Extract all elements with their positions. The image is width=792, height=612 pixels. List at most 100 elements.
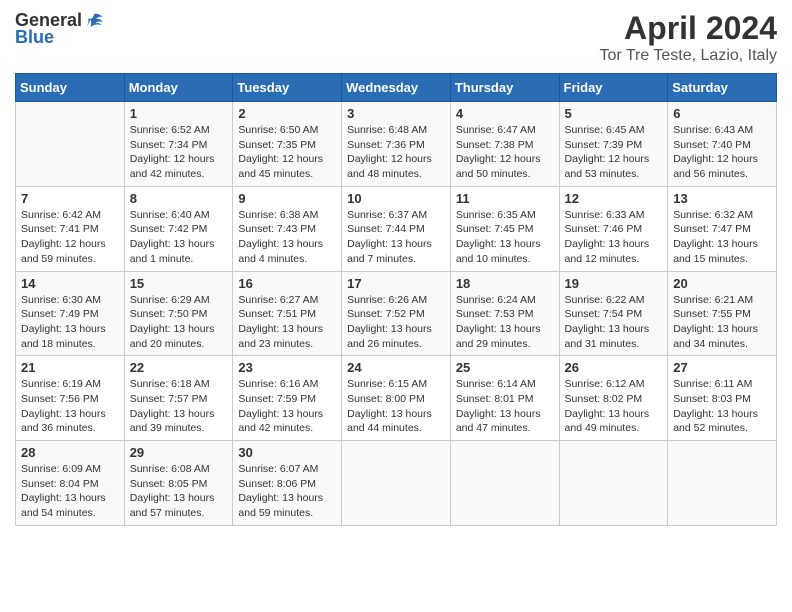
day-number: 27 xyxy=(673,360,771,375)
calendar-cell: 17 Sunrise: 6:26 AMSunset: 7:52 PMDayligh… xyxy=(342,271,451,356)
calendar-cell: 5 Sunrise: 6:45 AMSunset: 7:39 PMDaylight… xyxy=(559,102,668,187)
calendar-cell: 23Sunrise: 6:16 AMSunset: 7:59 PMDayligh… xyxy=(233,356,342,441)
calendar-cell: 28Sunrise: 6:09 AMSunset: 8:04 PMDayligh… xyxy=(16,441,125,526)
header-thursday: Thursday xyxy=(450,74,559,102)
calendar-cell: 27 Sunrise: 6:11 AMSunset: 8:03 PMDayligh… xyxy=(668,356,777,441)
header-monday: Monday xyxy=(124,74,233,102)
day-number: 14 xyxy=(21,276,119,291)
day-number: 3 xyxy=(347,106,445,121)
day-number: 26 xyxy=(565,360,663,375)
day-info: Sunrise: 6:22 AMSunset: 7:54 PMDaylight:… xyxy=(565,293,663,352)
calendar-cell: 19 Sunrise: 6:22 AMSunset: 7:54 PMDayligh… xyxy=(559,271,668,356)
day-info: Sunrise: 6:08 AMSunset: 8:05 PMDaylight:… xyxy=(130,462,228,521)
header-wednesday: Wednesday xyxy=(342,74,451,102)
day-number: 20 xyxy=(673,276,771,291)
calendar-cell: 29 Sunrise: 6:08 AMSunset: 8:05 PMDayligh… xyxy=(124,441,233,526)
main-title: April 2024 xyxy=(599,10,777,47)
header-friday: Friday xyxy=(559,74,668,102)
calendar-cell: 10 Sunrise: 6:37 AMSunset: 7:44 PMDayligh… xyxy=(342,186,451,271)
day-number: 4 xyxy=(456,106,554,121)
title-area: April 2024 Tor Tre Teste, Lazio, Italy xyxy=(599,10,777,65)
day-info: Sunrise: 6:27 AMSunset: 7:51 PMDaylight:… xyxy=(238,293,336,352)
day-info: Sunrise: 6:21 AMSunset: 7:55 PMDaylight:… xyxy=(673,293,771,352)
week-row-1: 1Sunrise: 6:52 AMSunset: 7:34 PMDaylight… xyxy=(16,102,777,187)
day-info: Sunrise: 6:14 AMSunset: 8:01 PMDaylight:… xyxy=(456,377,554,436)
calendar-cell xyxy=(16,102,125,187)
day-info: Sunrise: 6:35 AMSunset: 7:45 PMDaylight:… xyxy=(456,208,554,267)
day-number: 12 xyxy=(565,191,663,206)
day-number: 1 xyxy=(130,106,228,121)
day-number: 21 xyxy=(21,360,119,375)
calendar-cell xyxy=(559,441,668,526)
calendar-cell: 18 Sunrise: 6:24 AMSunset: 7:53 PMDayligh… xyxy=(450,271,559,356)
calendar-cell: 6 Sunrise: 6:43 AMSunset: 7:40 PMDaylight… xyxy=(668,102,777,187)
calendar-cell: 25Sunrise: 6:14 AMSunset: 8:01 PMDayligh… xyxy=(450,356,559,441)
subtitle: Tor Tre Teste, Lazio, Italy xyxy=(599,47,777,65)
calendar-cell: 15Sunrise: 6:29 AMSunset: 7:50 PMDayligh… xyxy=(124,271,233,356)
calendar-cell: 16 Sunrise: 6:27 AMSunset: 7:51 PMDayligh… xyxy=(233,271,342,356)
day-info: Sunrise: 6:29 AMSunset: 7:50 PMDaylight:… xyxy=(130,293,228,352)
day-info: Sunrise: 6:24 AMSunset: 7:53 PMDaylight:… xyxy=(456,293,554,352)
calendar-cell: 4 Sunrise: 6:47 AMSunset: 7:38 PMDaylight… xyxy=(450,102,559,187)
day-number: 6 xyxy=(673,106,771,121)
day-info: Sunrise: 6:38 AMSunset: 7:43 PMDaylight:… xyxy=(238,208,336,267)
day-number: 13 xyxy=(673,191,771,206)
day-number: 29 xyxy=(130,445,228,460)
day-number: 10 xyxy=(347,191,445,206)
calendar-cell: 7Sunrise: 6:42 AMSunset: 7:41 PMDaylight… xyxy=(16,186,125,271)
day-info: Sunrise: 6:50 AMSunset: 7:35 PMDaylight:… xyxy=(238,123,336,182)
calendar-cell: 26 Sunrise: 6:12 AMSunset: 8:02 PMDayligh… xyxy=(559,356,668,441)
day-number: 7 xyxy=(21,191,119,206)
day-number: 5 xyxy=(565,106,663,121)
calendar-cell: 1Sunrise: 6:52 AMSunset: 7:34 PMDaylight… xyxy=(124,102,233,187)
calendar-cell xyxy=(450,441,559,526)
calendar-cell: 14 Sunrise: 6:30 AMSunset: 7:49 PMDayligh… xyxy=(16,271,125,356)
day-number: 2 xyxy=(238,106,336,121)
day-info: Sunrise: 6:43 AMSunset: 7:40 PMDaylight:… xyxy=(673,123,771,182)
day-info: Sunrise: 6:40 AMSunset: 7:42 PMDaylight:… xyxy=(130,208,228,267)
day-number: 9 xyxy=(238,191,336,206)
day-number: 23 xyxy=(238,360,336,375)
day-info: Sunrise: 6:26 AMSunset: 7:52 PMDaylight:… xyxy=(347,293,445,352)
day-info: Sunrise: 6:48 AMSunset: 7:36 PMDaylight:… xyxy=(347,123,445,182)
calendar-cell: 2 Sunrise: 6:50 AMSunset: 7:35 PMDaylight… xyxy=(233,102,342,187)
day-info: Sunrise: 6:30 AMSunset: 7:49 PMDaylight:… xyxy=(21,293,119,352)
day-info: Sunrise: 6:45 AMSunset: 7:39 PMDaylight:… xyxy=(565,123,663,182)
day-number: 8 xyxy=(130,191,228,206)
calendar-cell: 3 Sunrise: 6:48 AMSunset: 7:36 PMDaylight… xyxy=(342,102,451,187)
day-number: 16 xyxy=(238,276,336,291)
calendar-header-row: SundayMondayTuesdayWednesdayThursdayFrid… xyxy=(16,74,777,102)
day-info: Sunrise: 6:18 AMSunset: 7:57 PMDaylight:… xyxy=(130,377,228,436)
day-number: 19 xyxy=(565,276,663,291)
day-number: 24 xyxy=(347,360,445,375)
calendar-table: SundayMondayTuesdayWednesdayThursdayFrid… xyxy=(15,73,777,526)
header-tuesday: Tuesday xyxy=(233,74,342,102)
week-row-5: 28Sunrise: 6:09 AMSunset: 8:04 PMDayligh… xyxy=(16,441,777,526)
day-number: 18 xyxy=(456,276,554,291)
calendar-cell: 12Sunrise: 6:33 AMSunset: 7:46 PMDayligh… xyxy=(559,186,668,271)
day-info: Sunrise: 6:11 AMSunset: 8:03 PMDaylight:… xyxy=(673,377,771,436)
calendar-cell: 21Sunrise: 6:19 AMSunset: 7:56 PMDayligh… xyxy=(16,356,125,441)
day-number: 22 xyxy=(130,360,228,375)
day-number: 11 xyxy=(456,191,554,206)
calendar-cell xyxy=(668,441,777,526)
day-info: Sunrise: 6:07 AMSunset: 8:06 PMDaylight:… xyxy=(238,462,336,521)
week-row-4: 21Sunrise: 6:19 AMSunset: 7:56 PMDayligh… xyxy=(16,356,777,441)
day-info: Sunrise: 6:37 AMSunset: 7:44 PMDaylight:… xyxy=(347,208,445,267)
day-number: 30 xyxy=(238,445,336,460)
calendar-cell: 24 Sunrise: 6:15 AMSunset: 8:00 PMDayligh… xyxy=(342,356,451,441)
calendar-cell xyxy=(342,441,451,526)
header: General Blue April 2024 Tor Tre Teste, L… xyxy=(15,10,777,65)
day-info: Sunrise: 6:15 AMSunset: 8:00 PMDaylight:… xyxy=(347,377,445,436)
header-saturday: Saturday xyxy=(668,74,777,102)
header-sunday: Sunday xyxy=(16,74,125,102)
logo: General Blue xyxy=(15,10,104,48)
calendar-cell: 30 Sunrise: 6:07 AMSunset: 8:06 PMDayligh… xyxy=(233,441,342,526)
calendar-cell: 8 Sunrise: 6:40 AMSunset: 7:42 PMDaylight… xyxy=(124,186,233,271)
day-info: Sunrise: 6:12 AMSunset: 8:02 PMDaylight:… xyxy=(565,377,663,436)
day-number: 28 xyxy=(21,445,119,460)
calendar-cell: 13Sunrise: 6:32 AMSunset: 7:47 PMDayligh… xyxy=(668,186,777,271)
week-row-3: 14 Sunrise: 6:30 AMSunset: 7:49 PMDayligh… xyxy=(16,271,777,356)
day-info: Sunrise: 6:47 AMSunset: 7:38 PMDaylight:… xyxy=(456,123,554,182)
day-number: 17 xyxy=(347,276,445,291)
